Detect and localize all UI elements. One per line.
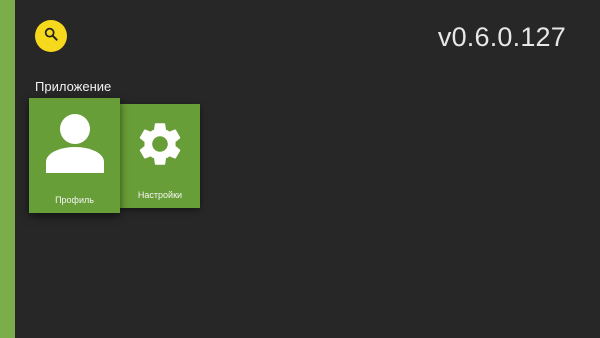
- side-accent-strip: [0, 0, 15, 338]
- version-label: v0.6.0.127: [437, 22, 566, 52]
- section-title: Приложение: [35, 79, 112, 94]
- tile-profile-label: Профиль: [55, 195, 94, 205]
- search-button[interactable]: [35, 20, 67, 52]
- search-icon: [43, 26, 59, 47]
- user-icon: [45, 113, 105, 175]
- gear-icon: [134, 118, 186, 170]
- tile-settings[interactable]: Настройки: [120, 104, 200, 208]
- app-screen: v0.6.0.127 Приложение Профиль Настройки: [0, 0, 600, 338]
- tile-settings-label: Настройки: [137, 190, 183, 200]
- tile-profile[interactable]: Профиль: [29, 98, 120, 213]
